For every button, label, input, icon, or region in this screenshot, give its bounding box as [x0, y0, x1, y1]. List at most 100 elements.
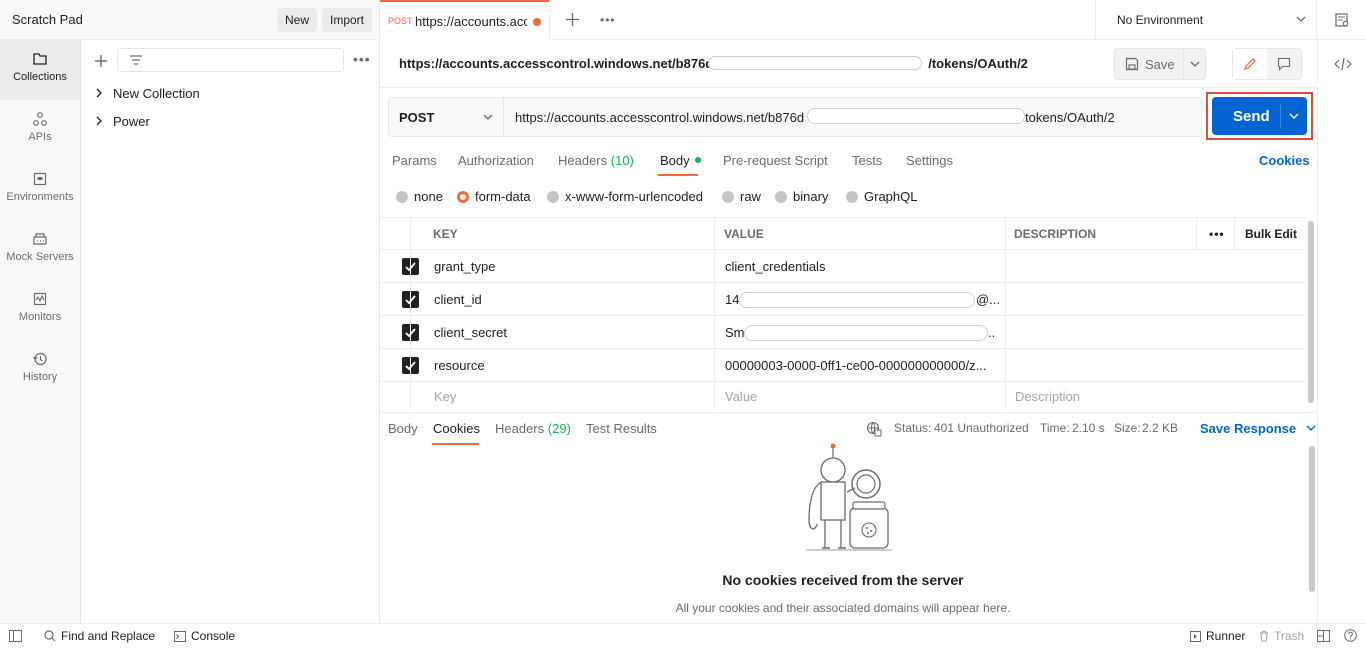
collection-name: New Collection	[113, 85, 200, 101]
radio-raw[interactable]: raw	[722, 189, 761, 204]
new-key-input[interactable]: Key	[434, 382, 456, 411]
table-scrollbar[interactable]	[1308, 221, 1314, 403]
row-value-suffix: ..	[988, 325, 996, 340]
tab-settings[interactable]: Settings	[906, 153, 953, 168]
request-url-bar: POST https://accounts.accesscontrol.wind…	[388, 97, 1202, 137]
filter-input[interactable]	[117, 48, 344, 72]
method-select[interactable]: POST	[389, 98, 504, 136]
row-key[interactable]: client_id	[434, 283, 482, 316]
save-label: Save	[1145, 56, 1175, 72]
environment-quick-look-icon[interactable]	[1334, 12, 1350, 28]
sidebar-item-mock-servers[interactable]: Mock Servers	[0, 220, 80, 280]
unsaved-dot-icon	[533, 18, 541, 26]
sidebar-item-label: Collections	[13, 71, 67, 83]
code-icon[interactable]	[1334, 57, 1352, 71]
help-icon[interactable]	[1344, 629, 1357, 642]
sidebar-item-monitors[interactable]: Monitors	[0, 280, 80, 340]
more-options-icon[interactable]: •••	[353, 51, 371, 67]
sidebar-item-environments[interactable]: Environments	[0, 160, 80, 220]
astronaut-cookie-jar-illustration	[806, 443, 892, 551]
row-value-prefix[interactable]: Sm	[725, 316, 745, 349]
table-options-icon[interactable]: •••	[1209, 218, 1225, 251]
add-icon[interactable]	[94, 54, 108, 68]
runner-button[interactable]: Runner	[1190, 629, 1245, 643]
monitors-icon	[33, 292, 47, 306]
sidebar-item-history[interactable]: History	[0, 340, 80, 400]
response-tab-cookies[interactable]: Cookies	[433, 421, 480, 436]
sidebar-item-collections[interactable]: Collections	[0, 40, 80, 100]
tab-pre-request-script[interactable]: Pre-request Script	[723, 153, 828, 168]
redacted-mask	[739, 292, 975, 308]
row-value-prefix[interactable]: 14	[725, 283, 739, 316]
new-description-input[interactable]: Description	[1015, 382, 1080, 411]
row-value[interactable]: 00000003-0000-0ff1-ce00-000000000000/z..…	[725, 349, 1001, 382]
tab-method: POST	[388, 16, 413, 26]
radio-binary[interactable]: binary	[775, 189, 828, 204]
trash-button[interactable]: Trash	[1259, 629, 1304, 643]
tab-params[interactable]: Params	[392, 153, 437, 168]
pencil-icon	[1244, 58, 1256, 70]
cookies-link[interactable]: Cookies	[1259, 153, 1310, 168]
environments-icon	[33, 172, 47, 186]
tab-url: https://accounts.acce	[415, 14, 527, 29]
comments-button[interactable]	[1267, 49, 1301, 79]
bulk-edit-button[interactable]: Bulk Edit	[1245, 218, 1297, 251]
form-data-table: KEY VALUE DESCRIPTION ••• Bulk Edit gran…	[380, 217, 1314, 411]
list-item[interactable]: Power	[95, 111, 150, 131]
radio-graphql[interactable]: GraphQL	[846, 189, 917, 204]
table-header: KEY VALUE DESCRIPTION ••• Bulk Edit	[380, 217, 1306, 250]
list-item[interactable]: New Collection	[95, 83, 200, 103]
response-tab-body[interactable]: Body	[388, 421, 418, 436]
row-key[interactable]: client_secret	[434, 316, 507, 349]
tab-body[interactable]: Body	[660, 153, 701, 168]
console-button[interactable]: Console	[174, 629, 235, 643]
response-tab-headers[interactable]: Headers (29)	[495, 421, 571, 436]
row-value[interactable]: client_credentials	[725, 250, 825, 283]
time-value[interactable]: 2.10 s	[1072, 421, 1105, 435]
save-response-button[interactable]: Save Response	[1200, 421, 1316, 436]
method-value: POST	[399, 110, 435, 125]
new-value-input[interactable]: Value	[725, 382, 757, 411]
row-key[interactable]: grant_type	[434, 250, 495, 283]
find-and-replace-button[interactable]: Find and Replace	[44, 629, 155, 643]
globe-icon[interactable]	[866, 421, 882, 437]
row-value-suffix: @...	[976, 292, 1001, 307]
edit-mode-button[interactable]	[1233, 49, 1267, 79]
chevron-down-icon	[1190, 61, 1200, 67]
right-sidebar	[1317, 40, 1366, 623]
request-tab[interactable]: POST https://accounts.acce	[380, 0, 550, 40]
chevron-down-icon[interactable]	[1289, 113, 1299, 120]
size-value[interactable]: 2.2 KB	[1142, 421, 1178, 435]
save-icon	[1125, 57, 1139, 71]
new-button[interactable]: New	[277, 8, 318, 32]
environment-selector[interactable]: No Environment	[1095, 0, 1317, 40]
row-key[interactable]: resource	[434, 349, 485, 382]
response-scrollbar[interactable]	[1309, 446, 1315, 592]
radio-none[interactable]: none	[396, 189, 443, 204]
radio-form-data[interactable]: form-data	[457, 189, 531, 204]
tab-authorization[interactable]: Authorization	[458, 153, 534, 168]
apis-icon	[33, 112, 47, 126]
active-tab-underline	[658, 174, 698, 176]
toggle-sidebar-icon[interactable]	[9, 630, 22, 642]
tab-options-icon[interactable]: •••	[600, 13, 616, 27]
import-button[interactable]: Import	[322, 8, 373, 32]
chevron-down-icon	[483, 114, 493, 120]
sidebar-item-label: Environments	[6, 191, 74, 203]
new-tab-icon[interactable]	[566, 13, 579, 26]
sidebar-item-apis[interactable]: APIs	[0, 100, 80, 160]
status-value[interactable]: 401 Unauthorized	[934, 421, 1029, 435]
tab-tests[interactable]: Tests	[852, 153, 882, 168]
two-pane-icon[interactable]	[1317, 630, 1330, 642]
send-label: Send	[1233, 108, 1270, 125]
send-highlight: Send	[1206, 92, 1313, 140]
tab-headers[interactable]: Headers (10)	[558, 153, 634, 168]
response-bar: Body Cookies Headers (29) Test Results S…	[380, 412, 1317, 445]
save-button[interactable]: Save	[1115, 49, 1183, 79]
request-tabs: Params Authorization Headers (10) Body P…	[380, 148, 1317, 178]
empty-state-subtitle: All your cookies and their associated do…	[675, 601, 1011, 615]
save-options-button[interactable]	[1183, 49, 1206, 79]
radio-x-www-form-urlencoded[interactable]: x-www-form-urlencoded	[547, 189, 703, 204]
send-button[interactable]: Send	[1212, 97, 1307, 135]
response-tab-test-results[interactable]: Test Results	[586, 421, 657, 436]
